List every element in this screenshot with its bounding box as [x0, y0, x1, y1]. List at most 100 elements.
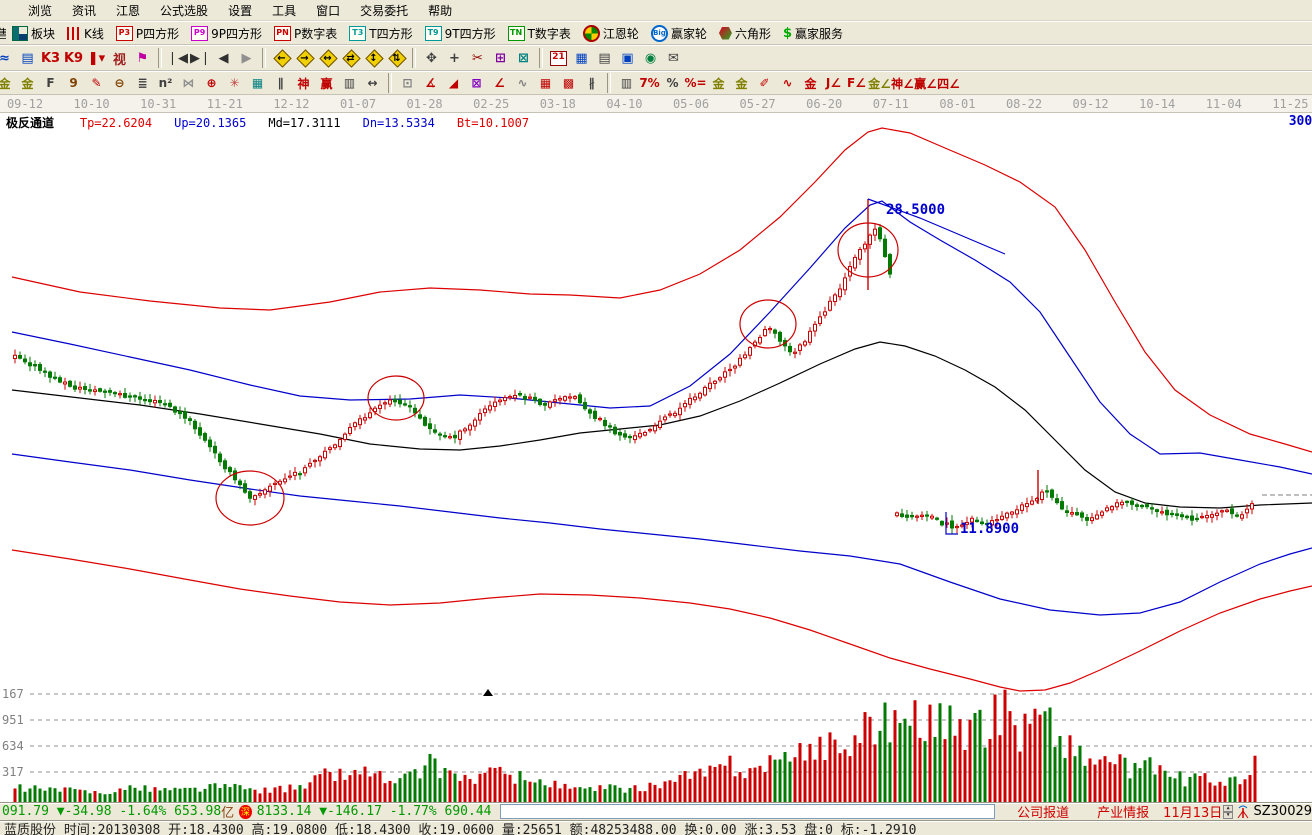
spinner-up-icon[interactable]: ▲ [1223, 805, 1233, 812]
industry-news-link[interactable]: 产业情报 [1097, 802, 1149, 821]
gold-wave-icon[interactable]: ∿ [776, 73, 799, 93]
menu-item-4[interactable]: 设置 [218, 0, 262, 21]
next-icon[interactable]: ▶ [235, 47, 258, 69]
time-grid-icon[interactable]: ▩ [557, 73, 580, 93]
kline-mark-icon[interactable]: ∥ [269, 73, 292, 93]
toolbar-button-hexagon[interactable]: 六角形 [719, 25, 771, 42]
zigzag-icon[interactable]: ∿ [511, 73, 534, 93]
gold-angle-icon[interactable]: 金∠ [868, 73, 891, 93]
diamond-arrow: ⇅ [392, 53, 400, 64]
bars3-icon[interactable]: K3 [39, 47, 62, 69]
circle-comb-icon[interactable]: ⊖ [108, 73, 131, 93]
mirror-icon[interactable]: ⋈ [177, 73, 200, 93]
toolbar-button-p9-square[interactable]: P99P四方形 [191, 25, 262, 42]
pen-icon[interactable]: ✎ [85, 73, 108, 93]
prev-icon[interactable]: ◀ [212, 47, 235, 69]
width-icon[interactable]: ↔ [361, 73, 384, 93]
toolbar-button-blocks[interactable]: 板块 [12, 25, 55, 42]
chart-canvas[interactable]: 28.500011.8900167951634317 [0, 113, 1312, 802]
menu-item-3[interactable]: 公式选股 [150, 0, 218, 21]
nine-spiral-icon[interactable]: 9 [62, 73, 85, 93]
calendar-icon[interactable]: 21 [547, 47, 570, 69]
notes-icon[interactable]: ▤ [16, 47, 39, 69]
mail-icon[interactable]: ✉ [662, 47, 685, 69]
menu-item-0[interactable]: 浏览 [18, 0, 62, 21]
gold-red-icon[interactable]: 金 [799, 73, 822, 93]
menu-item-1[interactable]: 资讯 [62, 0, 106, 21]
menu-item-5[interactable]: 工具 [262, 0, 306, 21]
menu-item-7[interactable]: 交易委托 [350, 0, 418, 21]
spinner-down-icon[interactable]: ▼ [1223, 812, 1233, 819]
scissors-icon[interactable]: ✂ [466, 47, 489, 69]
gann-fan-icon[interactable]: ∡ [419, 73, 442, 93]
pctline-icon[interactable]: %= [684, 73, 707, 93]
shen-icon[interactable]: 神 [292, 73, 315, 93]
comb-icon[interactable]: ≣ [131, 73, 154, 93]
toolbar-button-gann-wheel[interactable]: 江恩轮 [583, 25, 639, 42]
f-angle-icon[interactable]: F∠ [845, 73, 868, 93]
angle-line-icon[interactable]: ∠ [488, 73, 511, 93]
toolbar-button-winner-wheel[interactable]: Big赢家轮 [651, 25, 707, 42]
crosshair-circle-icon[interactable]: ⊕ [200, 73, 223, 93]
company-news-link[interactable]: 公司报道 [1017, 802, 1069, 821]
globe-icon[interactable]: ◉ [639, 47, 662, 69]
ruler-icon[interactable]: ▥ [338, 73, 361, 93]
last-icon[interactable]: ▶❘ [189, 47, 212, 69]
candle-style-icon[interactable]: ❚▾ [85, 47, 108, 69]
diamond-hcompress-icon[interactable]: ⇄ [339, 47, 362, 69]
gold-comb2-icon[interactable]: 金 [16, 73, 39, 93]
gold-comb-icon[interactable]: 金 [0, 73, 16, 93]
parallel-icon[interactable]: ∦ [580, 73, 603, 93]
toolbar-button-t-square[interactable]: T3T四方形 [349, 25, 412, 42]
toolbar-button-t-number[interactable]: TNT数字表 [508, 25, 571, 42]
diamond-hexpand-icon[interactable]: ↔ [316, 47, 339, 69]
menu-item-2[interactable]: 江恩 [106, 0, 150, 21]
price-grid-icon[interactable]: ▦ [534, 73, 557, 93]
first-icon[interactable]: ❘◀ [166, 47, 189, 69]
scale-icon[interactable]: ▥ [615, 73, 638, 93]
pct7-icon[interactable]: 7% [638, 73, 661, 93]
measure-pen-icon[interactable]: ✐ [753, 73, 776, 93]
toolbar-button-winner-service[interactable]: $赢家服务 [783, 25, 843, 42]
pct-icon[interactable]: % [661, 73, 684, 93]
calculator-icon[interactable]: ▦ [570, 47, 593, 69]
crosshair-icon[interactable]: + [443, 47, 466, 69]
kline-settings-icon[interactable]: 视 [108, 47, 131, 69]
menu-item-8[interactable]: 帮助 [418, 0, 462, 21]
grid-target-icon[interactable]: ▦ [246, 73, 269, 93]
fan-box-icon[interactable]: ◢ [442, 73, 465, 93]
volume-bar [84, 790, 87, 802]
ying-angle-icon[interactable]: 赢∠ [914, 73, 937, 93]
toolbar-button-p-square[interactable]: P3P四方形 [116, 25, 179, 42]
toolbar-button-kline[interactable]: K线 [67, 25, 104, 42]
toolbar-button-p-number[interactable]: PNP数字表 [274, 25, 337, 42]
ying-icon[interactable]: 赢 [315, 73, 338, 93]
si-angle-icon[interactable]: 四∠ [937, 73, 960, 93]
diamond-left-icon[interactable]: ← [270, 47, 293, 69]
j-angle-icon[interactable]: J∠ [822, 73, 845, 93]
menu-item-6[interactable]: 窗口 [306, 0, 350, 21]
spiderweb-icon[interactable]: ✳ [223, 73, 246, 93]
shen-angle-icon[interactable]: 神∠ [891, 73, 914, 93]
fan-box2-icon[interactable]: ⊠ [465, 73, 488, 93]
save-icon[interactable]: ▣ [616, 47, 639, 69]
gold-line-icon[interactable]: 金 [730, 73, 753, 93]
pattern-icon[interactable]: ⊠ [512, 47, 535, 69]
hand-icon[interactable]: ✥ [420, 47, 443, 69]
bars9-icon[interactable]: K9 [62, 47, 85, 69]
link-icon[interactable]: ⊞ [489, 47, 512, 69]
diamond-vcompress-icon[interactable]: ⇅ [385, 47, 408, 69]
notepad-icon[interactable]: ▤ [593, 47, 616, 69]
wave-icon[interactable]: ≈ [0, 47, 16, 69]
date-spinner[interactable]: ▲▼ [1223, 805, 1233, 819]
diamond-vexpand-icon[interactable]: ↕ [362, 47, 385, 69]
gold-circle-icon[interactable]: 金 [707, 73, 730, 93]
f-comb-icon[interactable]: F [39, 73, 62, 93]
toolbar-button-t9-square[interactable]: T99T四方形 [425, 25, 496, 42]
n2-icon[interactable]: n² [154, 73, 177, 93]
flag-icon[interactable]: ⚑ [131, 47, 154, 69]
diamond-right-icon[interactable]: → [293, 47, 316, 69]
candle [359, 415, 362, 429]
gann-box-icon[interactable]: ⊡ [396, 73, 419, 93]
status-input[interactable] [500, 804, 996, 819]
